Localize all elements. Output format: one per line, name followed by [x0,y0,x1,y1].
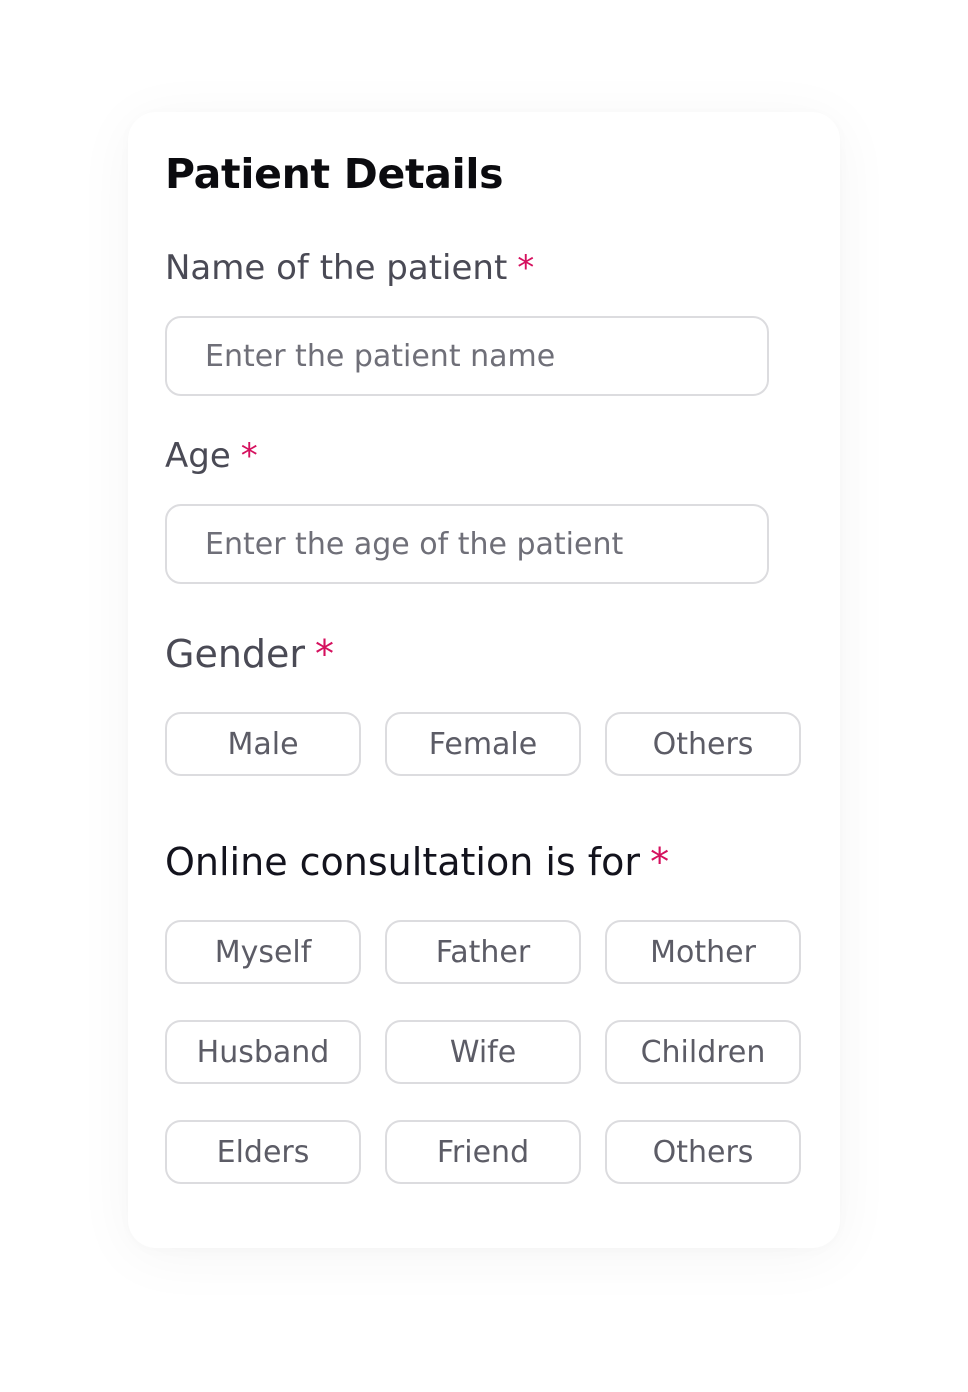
consultation-option-children[interactable]: Children [605,1020,801,1084]
consultation-option-others[interactable]: Others [605,1120,801,1184]
patient-name-label: Name of the patient * [165,248,534,289]
gender-label-text: Gender [165,632,306,676]
required-marker: * [517,248,535,288]
consultation-option-father[interactable]: Father [385,920,581,984]
consultation-option-husband[interactable]: Husband [165,1020,361,1084]
consultation-option-wife[interactable]: Wife [385,1020,581,1084]
required-marker: * [315,632,335,676]
consultation-option-friend[interactable]: Friend [385,1120,581,1184]
gender-option-others[interactable]: Others [605,712,801,776]
patient-details-card: Patient Details Name of the patient* Age… [128,112,840,1248]
required-marker: * [240,436,258,476]
age-input[interactable] [165,504,769,584]
page-title: Patient Details [165,150,504,198]
consultation-option-mother[interactable]: Mother [605,920,801,984]
age-label-text: Age [165,436,231,476]
patient-name-label-text: Name of the patient [165,248,508,288]
age-label: Age * [165,436,258,477]
consultation-for-label-text: Online consultation is for [165,840,641,884]
patient-name-input[interactable] [165,316,769,396]
gender-label: Gender * [165,632,334,678]
consultation-option-elders[interactable]: Elders [165,1120,361,1184]
required-marker: * [650,840,670,884]
gender-option-female[interactable]: Female [385,712,581,776]
consultation-option-myself[interactable]: Myself [165,920,361,984]
consultation-for-label: Online consultation is for * [165,840,669,886]
gender-option-male[interactable]: Male [165,712,361,776]
